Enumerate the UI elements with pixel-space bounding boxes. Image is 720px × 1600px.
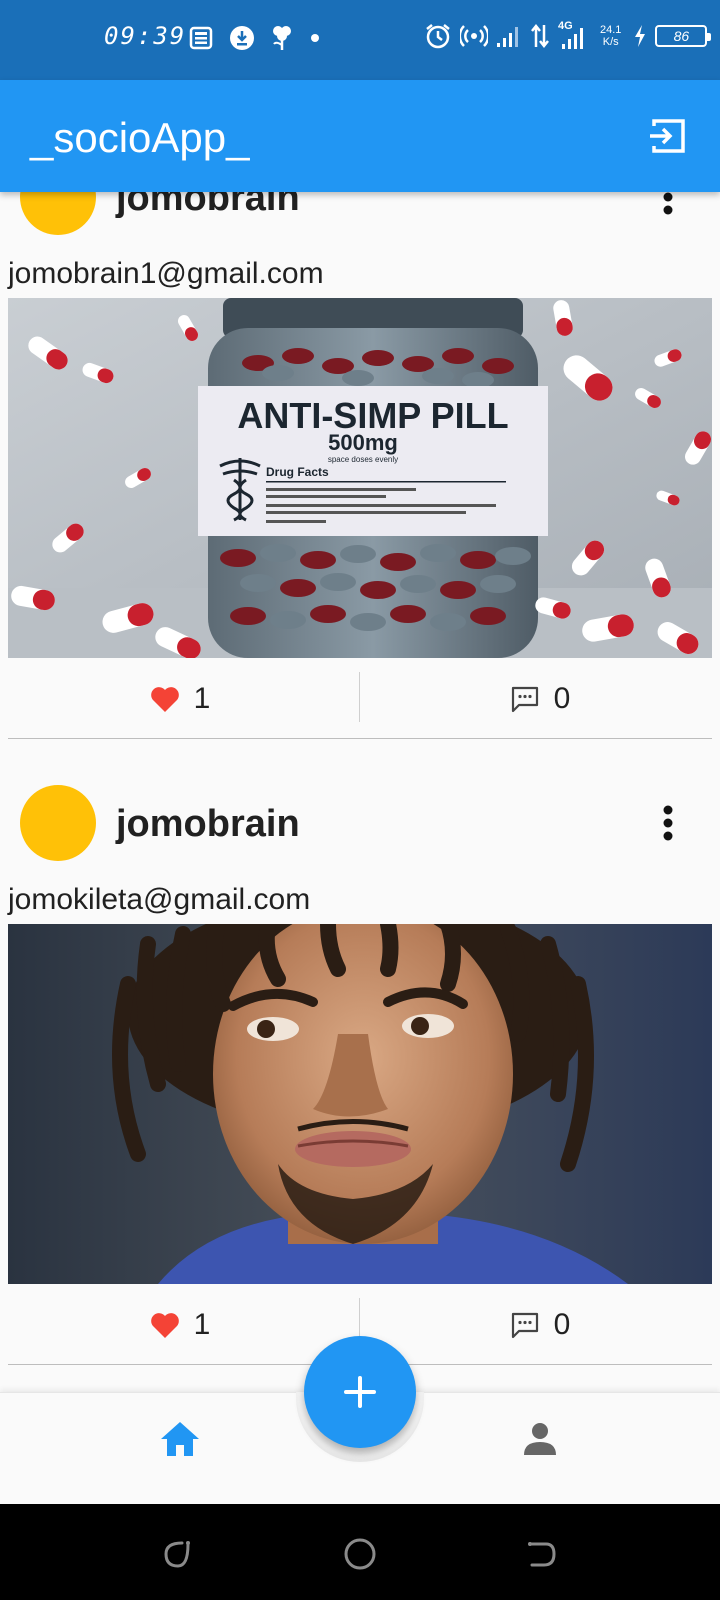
post-header: jomobrain (0, 192, 720, 242)
post-header: jomobrain (0, 778, 720, 868)
pill-jar-image: ANTI-SIMP PILL 500mg space doses evenly … (8, 298, 712, 658)
post-menu-button[interactable] (652, 798, 684, 848)
post-menu-button[interactable] (652, 192, 684, 222)
comment-count: 0 (553, 1308, 571, 1341)
alarm-icon (424, 22, 452, 50)
add-post-button[interactable] (304, 1336, 416, 1448)
like-count: 1 (193, 682, 211, 715)
post-email: jomokileta@gmail.com (8, 883, 311, 916)
like-button[interactable]: 1 (0, 660, 360, 738)
nav-profile[interactable] (516, 1415, 564, 1463)
post-separator (8, 738, 712, 739)
more-vertical-icon (663, 805, 673, 841)
comment-count: 0 (553, 682, 571, 715)
speed-value: 24.1 (600, 24, 622, 36)
back-button[interactable] (524, 1536, 560, 1572)
plus-icon (344, 1376, 376, 1408)
app-bar: _socioApp_ (0, 80, 720, 192)
logout-icon (650, 119, 685, 153)
heart-icon (150, 687, 179, 712)
notification-icons (188, 24, 322, 52)
post-username[interactable]: jomobrain (116, 192, 300, 220)
like-count: 1 (193, 1308, 211, 1341)
network-type: 4G (558, 20, 573, 32)
label-subtitle: space doses evenly (328, 455, 398, 464)
back-icon (528, 1542, 556, 1567)
comment-button[interactable]: 0 (360, 660, 720, 738)
like-button[interactable]: 1 (0, 1286, 360, 1364)
logout-button[interactable] (646, 114, 690, 158)
home-icon (161, 1422, 199, 1456)
circle-home-icon (344, 1538, 376, 1570)
app-title: _socioApp_ (30, 114, 250, 161)
post-image[interactable] (8, 924, 712, 1284)
speed-unit: K/s (602, 36, 619, 48)
post-email: jomobrain1@gmail.com (8, 257, 324, 290)
nav-home[interactable] (156, 1415, 204, 1463)
label-dose: 500mg (328, 430, 398, 455)
comment-icon (511, 1312, 538, 1339)
post-username[interactable]: jomobrain (116, 803, 300, 846)
avatar[interactable] (20, 192, 96, 235)
comment-button[interactable]: 0 (360, 1286, 720, 1364)
portrait-image (8, 924, 712, 1284)
comment-icon (511, 686, 538, 713)
person-icon (524, 1423, 556, 1455)
post-feed[interactable]: jomobrain jomobrain1@gmail.com ANTI-SIMP… (0, 192, 720, 1392)
recents-icon (164, 1541, 190, 1568)
home-system-button[interactable] (342, 1536, 378, 1572)
download-icon (228, 24, 256, 52)
post-actions: 1 0 (0, 660, 720, 738)
recents-button[interactable] (160, 1536, 196, 1572)
signal-icon (496, 24, 522, 48)
dot-icon (308, 31, 322, 45)
system-icons: 4G 24.1 K/s 86 (424, 20, 712, 50)
news-icon (188, 25, 214, 51)
flower-icon (270, 24, 294, 52)
post-image[interactable]: ANTI-SIMP PILL 500mg space doses evenly … (8, 298, 712, 658)
charging-icon (633, 24, 647, 48)
status-time: 09:39 (104, 22, 187, 50)
screen: 09:39 4G 24.1 K/s 86 _socioApp_ jomobrai… (0, 0, 720, 1600)
system-navigation-bar (0, 1504, 720, 1600)
avatar[interactable] (20, 785, 96, 861)
label-facts: Drug Facts (266, 465, 329, 479)
battery-indicator: 86 (655, 25, 712, 47)
lte-signal-icon: 4G (558, 20, 588, 50)
network-speed: 24.1 K/s (600, 24, 621, 48)
more-vertical-icon (663, 192, 673, 215)
data-transfer-icon (530, 23, 550, 49)
status-bar: 09:39 4G 24.1 K/s 86 (0, 0, 720, 80)
hotspot-icon (460, 22, 488, 50)
heart-icon (150, 1313, 179, 1338)
